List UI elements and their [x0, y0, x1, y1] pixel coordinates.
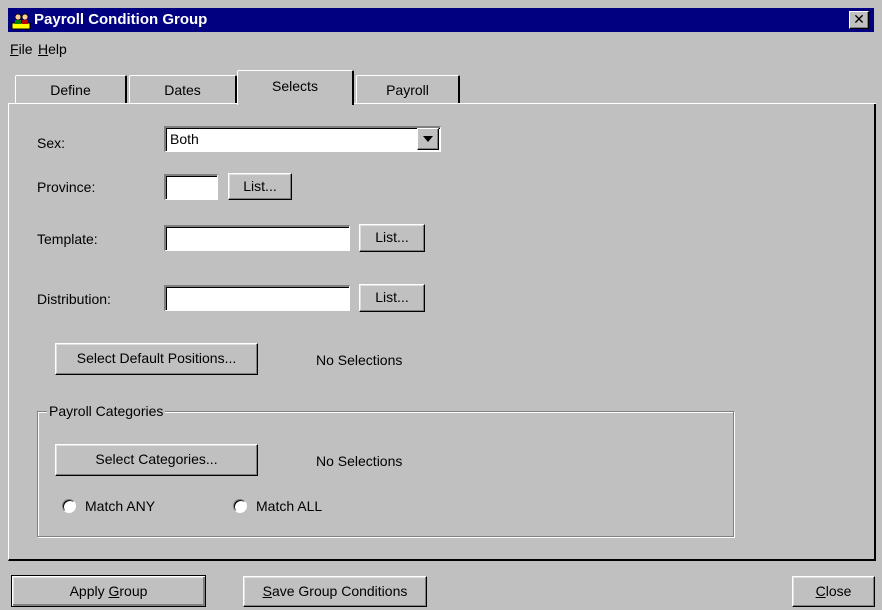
tab-dates-label: Dates [164, 82, 201, 98]
window-title: Payroll Condition Group [34, 11, 208, 28]
tab-selects[interactable]: Selects [237, 70, 354, 105]
close-label: lose [825, 583, 852, 599]
save-accel: S [262, 583, 272, 599]
categories-status: No Selections [316, 453, 403, 469]
close-icon: ✕ [853, 11, 865, 27]
apply-group-button[interactable]: Apply Group [11, 575, 206, 607]
tab-payroll-label: Payroll [386, 82, 429, 98]
close-button[interactable]: Close [792, 576, 875, 607]
distribution-input[interactable] [164, 285, 350, 311]
match-any-radio[interactable] [62, 499, 76, 513]
menu-help-label: elp [48, 41, 67, 57]
tab-dates[interactable]: Dates [129, 75, 237, 104]
apply-group-label-a: Apply [69, 583, 109, 599]
payroll-app-icon [11, 13, 31, 30]
sex-label: Sex: [37, 135, 66, 151]
menu-file[interactable]: File [10, 40, 33, 58]
template-input[interactable] [164, 225, 350, 251]
save-group-conditions-button[interactable]: Save Group Conditions [243, 576, 427, 607]
template-label: Template: [37, 231, 98, 247]
close-accel: C [815, 583, 826, 599]
apply-group-accel: G [108, 583, 120, 599]
match-any-label[interactable]: Match ANY [85, 497, 155, 515]
chevron-down-icon[interactable] [417, 128, 439, 150]
menu-file-label: ile [18, 41, 33, 57]
select-default-positions-button[interactable]: Select Default Positions... [55, 343, 258, 375]
province-input[interactable] [164, 174, 218, 200]
template-list-button[interactable]: List... [359, 224, 425, 252]
tab-define[interactable]: Define [15, 75, 127, 104]
close-window-button[interactable]: ✕ [849, 11, 869, 29]
province-label: Province: [37, 179, 96, 195]
tab-define-label: Define [50, 82, 91, 98]
sex-select[interactable]: Both [164, 126, 441, 152]
menu-file-accel: F [10, 41, 19, 57]
select-categories-button[interactable]: Select Categories... [55, 444, 258, 476]
positions-status: No Selections [316, 352, 403, 368]
menu-help-accel: H [38, 41, 49, 57]
distribution-label: Distribution: [37, 291, 111, 307]
match-all-label[interactable]: Match ALL [256, 497, 322, 515]
match-all-radio[interactable] [233, 499, 247, 513]
distribution-list-button[interactable]: List... [359, 284, 425, 312]
apply-group-label-b: roup [119, 583, 148, 599]
title-bar: Payroll Condition Group ✕ [0, 0, 882, 34]
tab-payroll[interactable]: Payroll [356, 75, 460, 104]
tab-divider [8, 103, 876, 104]
payroll-categories-title: Payroll Categories [47, 402, 166, 420]
menu-help[interactable]: Help [38, 40, 67, 58]
province-list-button[interactable]: List... [228, 173, 292, 200]
tab-selects-label: Selects [272, 78, 318, 94]
active-tab-gap [238, 103, 352, 105]
save-label: ave Group Conditions [271, 583, 408, 599]
